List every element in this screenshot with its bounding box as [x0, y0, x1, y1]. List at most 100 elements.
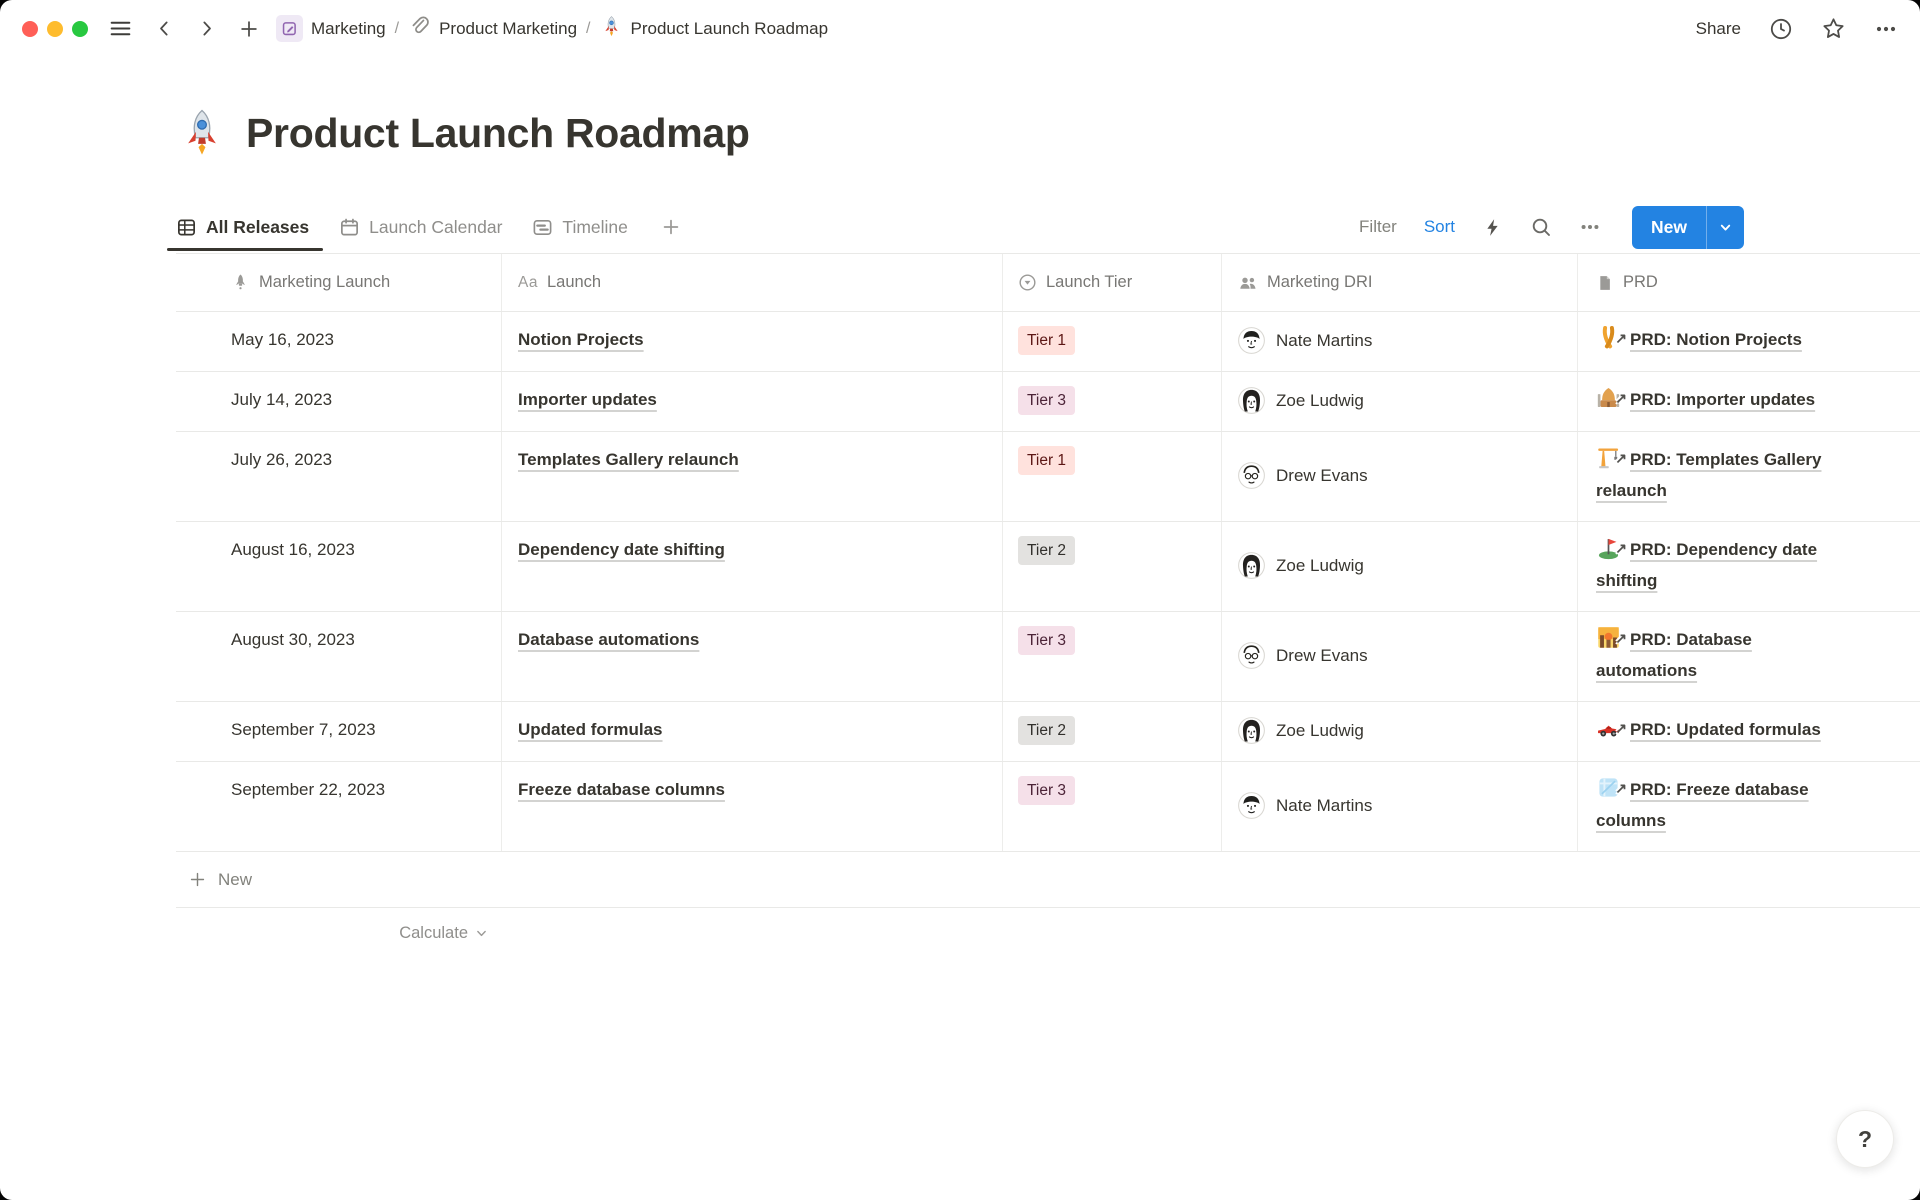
avatar	[1238, 717, 1265, 744]
cell-marketing-dri[interactable]: Zoe Ludwig	[1222, 702, 1578, 761]
cell-launch-tier[interactable]: Tier 3	[1003, 612, 1222, 701]
database-table: Marketing Launch Aa Launch Launch Tier M…	[176, 253, 1920, 852]
calculate-button[interactable]: Calculate	[176, 908, 502, 959]
tab-launch-calendar[interactable]: Launch Calendar	[339, 217, 502, 238]
cell-launch[interactable]: Freeze database columns	[502, 762, 1003, 851]
launch-link[interactable]: Database automations	[518, 630, 699, 649]
cell-marketing-launch[interactable]: September 7, 2023	[176, 702, 502, 761]
cell-marketing-launch[interactable]: May 16, 2023	[176, 312, 502, 371]
breadcrumb-separator: /	[395, 20, 399, 38]
cell-prd[interactable]: PRD: Notion Projects	[1578, 312, 1920, 371]
cell-launch[interactable]: Dependency date shifting	[502, 522, 1003, 611]
column-header-launch-tier[interactable]: Launch Tier	[1003, 254, 1222, 311]
tier-badge[interactable]: Tier 1	[1018, 446, 1075, 475]
cell-marketing-dri[interactable]: Zoe Ludwig	[1222, 522, 1578, 611]
cell-launch[interactable]: Notion Projects	[502, 312, 1003, 371]
sidebar-menu-icon[interactable]	[108, 16, 133, 41]
new-button[interactable]: New	[1632, 206, 1706, 249]
table-row: May 16, 2023 Notion Projects Tier 1 Nate…	[176, 312, 1920, 372]
tier-badge[interactable]: Tier 2	[1018, 536, 1075, 565]
cell-marketing-launch[interactable]: August 16, 2023	[176, 522, 502, 611]
cell-launch-tier[interactable]: Tier 1	[1003, 432, 1222, 521]
cell-launch[interactable]: Database automations	[502, 612, 1003, 701]
cell-launch[interactable]: Updated formulas	[502, 702, 1003, 761]
cell-prd[interactable]: PRD: Freeze database columns	[1578, 762, 1920, 851]
cell-launch-tier[interactable]: Tier 2	[1003, 522, 1222, 611]
prd-link[interactable]: PRD: Importer updates	[1630, 390, 1815, 409]
cell-marketing-dri[interactable]: Drew Evans	[1222, 432, 1578, 521]
cell-prd[interactable]: PRD: Templates Gallery relaunch	[1578, 432, 1920, 521]
prd-link[interactable]: PRD: Updated formulas	[1630, 720, 1821, 739]
cell-marketing-launch[interactable]: July 14, 2023	[176, 372, 502, 431]
tab-timeline[interactable]: Timeline	[532, 217, 627, 238]
more-options-icon[interactable]	[1874, 17, 1898, 41]
launch-link[interactable]: Dependency date shifting	[518, 540, 725, 559]
tier-badge[interactable]: Tier 3	[1018, 626, 1075, 655]
new-button-group: New	[1632, 206, 1744, 249]
new-button-chevron-down-icon[interactable]	[1706, 206, 1744, 249]
cell-prd[interactable]: PRD: Dependency date shifting	[1578, 522, 1920, 611]
cell-launch[interactable]: Importer updates	[502, 372, 1003, 431]
column-header-marketing-dri[interactable]: Marketing DRI	[1222, 254, 1578, 311]
breadcrumb-item-product-launch-roadmap[interactable]: Product Launch Roadmap	[600, 15, 829, 43]
new-row-button[interactable]: New	[176, 852, 1920, 908]
cell-launch-tier[interactable]: Tier 3	[1003, 372, 1222, 431]
tier-badge[interactable]: Tier 2	[1018, 716, 1075, 745]
filter-button[interactable]: Filter	[1359, 217, 1397, 237]
cell-marketing-dri[interactable]: Zoe Ludwig	[1222, 372, 1578, 431]
help-button[interactable]: ?	[1836, 1110, 1894, 1168]
column-header-prd[interactable]: PRD	[1578, 254, 1920, 311]
page-rocket-emoji[interactable]	[176, 107, 228, 159]
zoom-window-button[interactable]	[72, 21, 88, 37]
minimize-window-button[interactable]	[47, 21, 63, 37]
search-icon[interactable]	[1530, 216, 1552, 238]
breadcrumb-item-product-marketing[interactable]: Product Marketing	[408, 15, 577, 43]
cell-prd[interactable]: PRD: Importer updates	[1578, 372, 1920, 431]
cell-marketing-dri[interactable]: Nate Martins	[1222, 312, 1578, 371]
cell-marketing-dri[interactable]: Drew Evans	[1222, 612, 1578, 701]
dri-name: Zoe Ludwig	[1276, 385, 1364, 416]
sort-button[interactable]: Sort	[1424, 217, 1455, 237]
tier-badge[interactable]: Tier 3	[1018, 776, 1075, 805]
prd-link[interactable]: PRD: Dependency date shifting	[1596, 540, 1817, 590]
prd-link[interactable]: PRD: Notion Projects	[1630, 330, 1802, 349]
column-header-marketing-launch[interactable]: Marketing Launch	[176, 254, 502, 311]
tab-all-releases[interactable]: All Releases	[176, 217, 309, 238]
launch-link[interactable]: Freeze database columns	[518, 780, 725, 799]
cell-marketing-dri[interactable]: Nate Martins	[1222, 762, 1578, 851]
view-options-icon[interactable]	[1579, 216, 1601, 238]
cell-prd[interactable]: PRD: Database automations	[1578, 612, 1920, 701]
cell-launch-tier[interactable]: Tier 3	[1003, 762, 1222, 851]
close-window-button[interactable]	[22, 21, 38, 37]
cell-launch[interactable]: Templates Gallery relaunch	[502, 432, 1003, 521]
cell-launch-tier[interactable]: Tier 2	[1003, 702, 1222, 761]
tier-badge[interactable]: Tier 3	[1018, 386, 1075, 415]
star-icon[interactable]	[1821, 16, 1846, 41]
column-header-launch[interactable]: Aa Launch	[502, 254, 1003, 311]
forward-icon[interactable]	[196, 18, 217, 39]
page-title[interactable]: Product Launch Roadmap	[176, 107, 1920, 159]
page-title-text: Product Launch Roadmap	[246, 110, 750, 157]
breadcrumb-item-marketing[interactable]: Marketing	[276, 15, 386, 42]
clock-icon[interactable]	[1769, 17, 1793, 41]
cell-marketing-launch[interactable]: July 26, 2023	[176, 432, 502, 521]
share-button[interactable]: Share	[1696, 19, 1741, 39]
launch-link[interactable]: Updated formulas	[518, 720, 663, 739]
launch-link[interactable]: Importer updates	[518, 390, 657, 409]
launch-link[interactable]: Templates Gallery relaunch	[518, 450, 739, 469]
dri-name: Nate Martins	[1276, 325, 1372, 356]
new-tab-icon[interactable]	[238, 18, 260, 40]
breadcrumb: Marketing / Product Marketing / Product …	[276, 15, 828, 43]
cell-marketing-launch[interactable]: August 30, 2023	[176, 612, 502, 701]
prd-link[interactable]: PRD: Templates Gallery relaunch	[1596, 450, 1821, 500]
automations-bolt-icon[interactable]	[1482, 217, 1503, 238]
prd-link[interactable]: PRD: Freeze database columns	[1596, 780, 1809, 830]
tier-badge[interactable]: Tier 1	[1018, 326, 1075, 355]
add-view-icon[interactable]	[660, 216, 682, 238]
cell-prd[interactable]: PRD: Updated formulas	[1578, 702, 1920, 761]
cell-launch-tier[interactable]: Tier 1	[1003, 312, 1222, 371]
launch-link[interactable]: Notion Projects	[518, 330, 644, 349]
cell-marketing-launch[interactable]: September 22, 2023	[176, 762, 502, 851]
back-icon[interactable]	[154, 18, 175, 39]
cell-date-text: August 16, 2023	[231, 540, 355, 559]
